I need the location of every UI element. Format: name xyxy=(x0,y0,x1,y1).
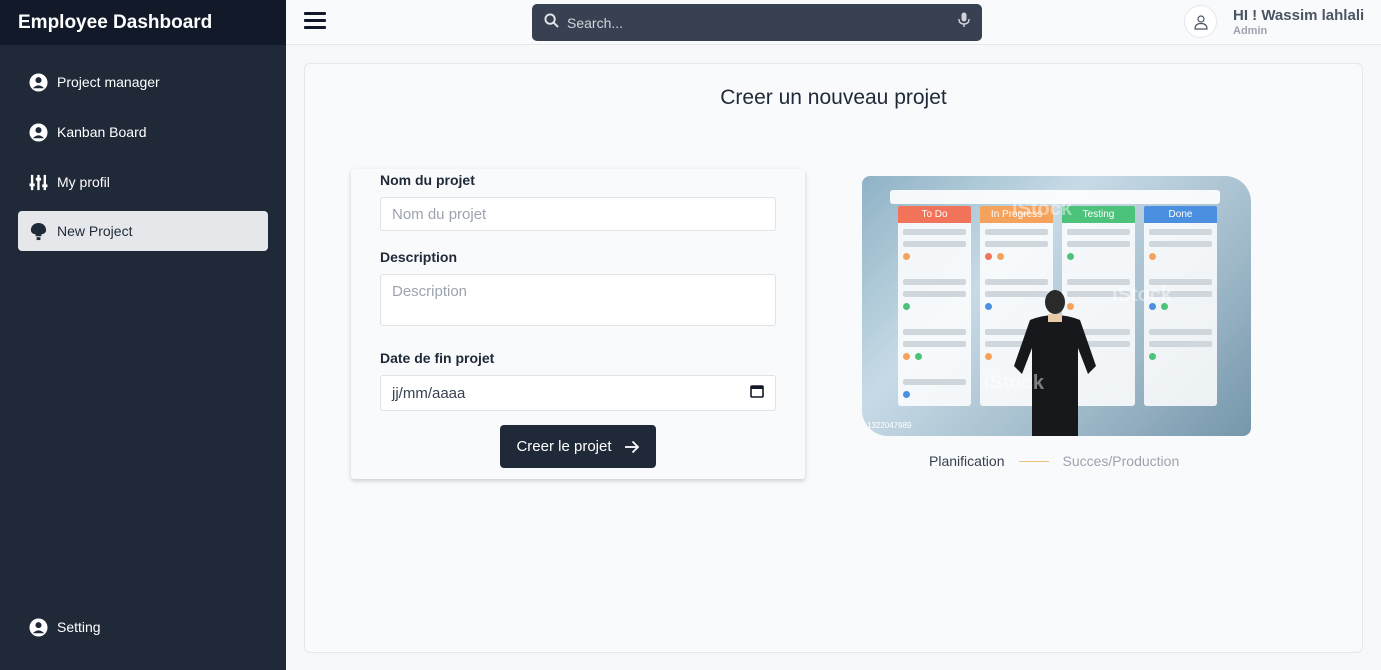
user-role: Admin xyxy=(1233,24,1268,37)
create-project-button[interactable]: Creer le projet xyxy=(500,425,656,468)
arrow-right-icon xyxy=(624,440,640,454)
sidebar: Employee Dashboard Project manager Kanba… xyxy=(0,0,286,670)
name-label: Nom du projet xyxy=(380,172,475,188)
user-circle-icon xyxy=(29,617,48,637)
user-menu[interactable]: HI ! Wassim lahlali Admin xyxy=(1184,5,1364,38)
sidebar-item-label: Project manager xyxy=(57,74,160,90)
create-project-label: Creer le projet xyxy=(516,438,612,455)
sliders-icon xyxy=(29,173,48,192)
search-bar xyxy=(532,4,982,41)
legend-planification: Planification xyxy=(929,453,1005,469)
avatar[interactable] xyxy=(1184,5,1217,38)
sidebar-item-label: New Project xyxy=(57,223,133,239)
watermark-text: iStock xyxy=(984,372,1045,394)
new-project-form: Nom du projet Description Date de fin pr… xyxy=(351,169,805,479)
watermark-text: iStock xyxy=(1112,284,1173,306)
microphone-icon[interactable] xyxy=(958,12,970,33)
user-greeting: HI ! Wassim lahlali xyxy=(1233,6,1365,24)
sidebar-item-label: My profil xyxy=(57,174,110,190)
description-label: Description xyxy=(380,249,458,265)
sidebar-item-kanban-board[interactable]: Kanban Board xyxy=(18,112,268,152)
image-id: 1322047989 xyxy=(867,421,912,430)
date-placeholder: jj/mm/aaaa xyxy=(392,384,466,402)
businessman-figure xyxy=(1014,290,1096,436)
sidebar-item-label: Kanban Board xyxy=(57,124,147,140)
sidebar-item-setting[interactable]: Setting xyxy=(18,607,268,647)
column-header: To Do xyxy=(898,206,971,223)
search-input[interactable] xyxy=(567,14,958,31)
calendar-icon[interactable] xyxy=(750,384,764,402)
app-title: Employee Dashboard xyxy=(0,0,286,45)
legend-connector xyxy=(1018,460,1049,462)
bulb-icon xyxy=(29,222,48,241)
end-date-input[interactable]: jj/mm/aaaa xyxy=(380,375,776,411)
description-textarea[interactable] xyxy=(380,274,776,326)
new-project-card: Creer un nouveau projet Nom du projet De… xyxy=(304,63,1363,653)
column-header: Done xyxy=(1144,206,1217,223)
date-label: Date de fin projet xyxy=(380,350,495,366)
user-outline-icon xyxy=(1193,14,1208,30)
page-title: Creer un nouveau projet xyxy=(720,86,947,109)
top-bar: HI ! Wassim lahlali Admin xyxy=(286,0,1381,45)
kanban-illustration: To Do In Progress Testing Done iStock iS… xyxy=(862,176,1251,436)
sidebar-item-my-profil[interactable]: My profil xyxy=(18,162,268,202)
process-legend: Planification Succes/Production xyxy=(929,453,1179,469)
sidebar-item-project-manager[interactable]: Project manager xyxy=(18,62,268,102)
watermark-text: iStock xyxy=(1012,198,1073,220)
sidebar-item-new-project[interactable]: New Project xyxy=(18,211,268,251)
illustration-column: To Do xyxy=(898,206,971,406)
column-header: Testing xyxy=(1062,206,1135,223)
sidebar-item-label: Setting xyxy=(57,619,101,635)
user-circle-icon xyxy=(29,122,48,142)
search-icon xyxy=(544,12,559,33)
legend-production: Succes/Production xyxy=(1062,453,1180,469)
project-name-input[interactable] xyxy=(380,197,776,231)
menu-icon[interactable] xyxy=(304,12,326,32)
user-circle-icon xyxy=(29,72,48,92)
